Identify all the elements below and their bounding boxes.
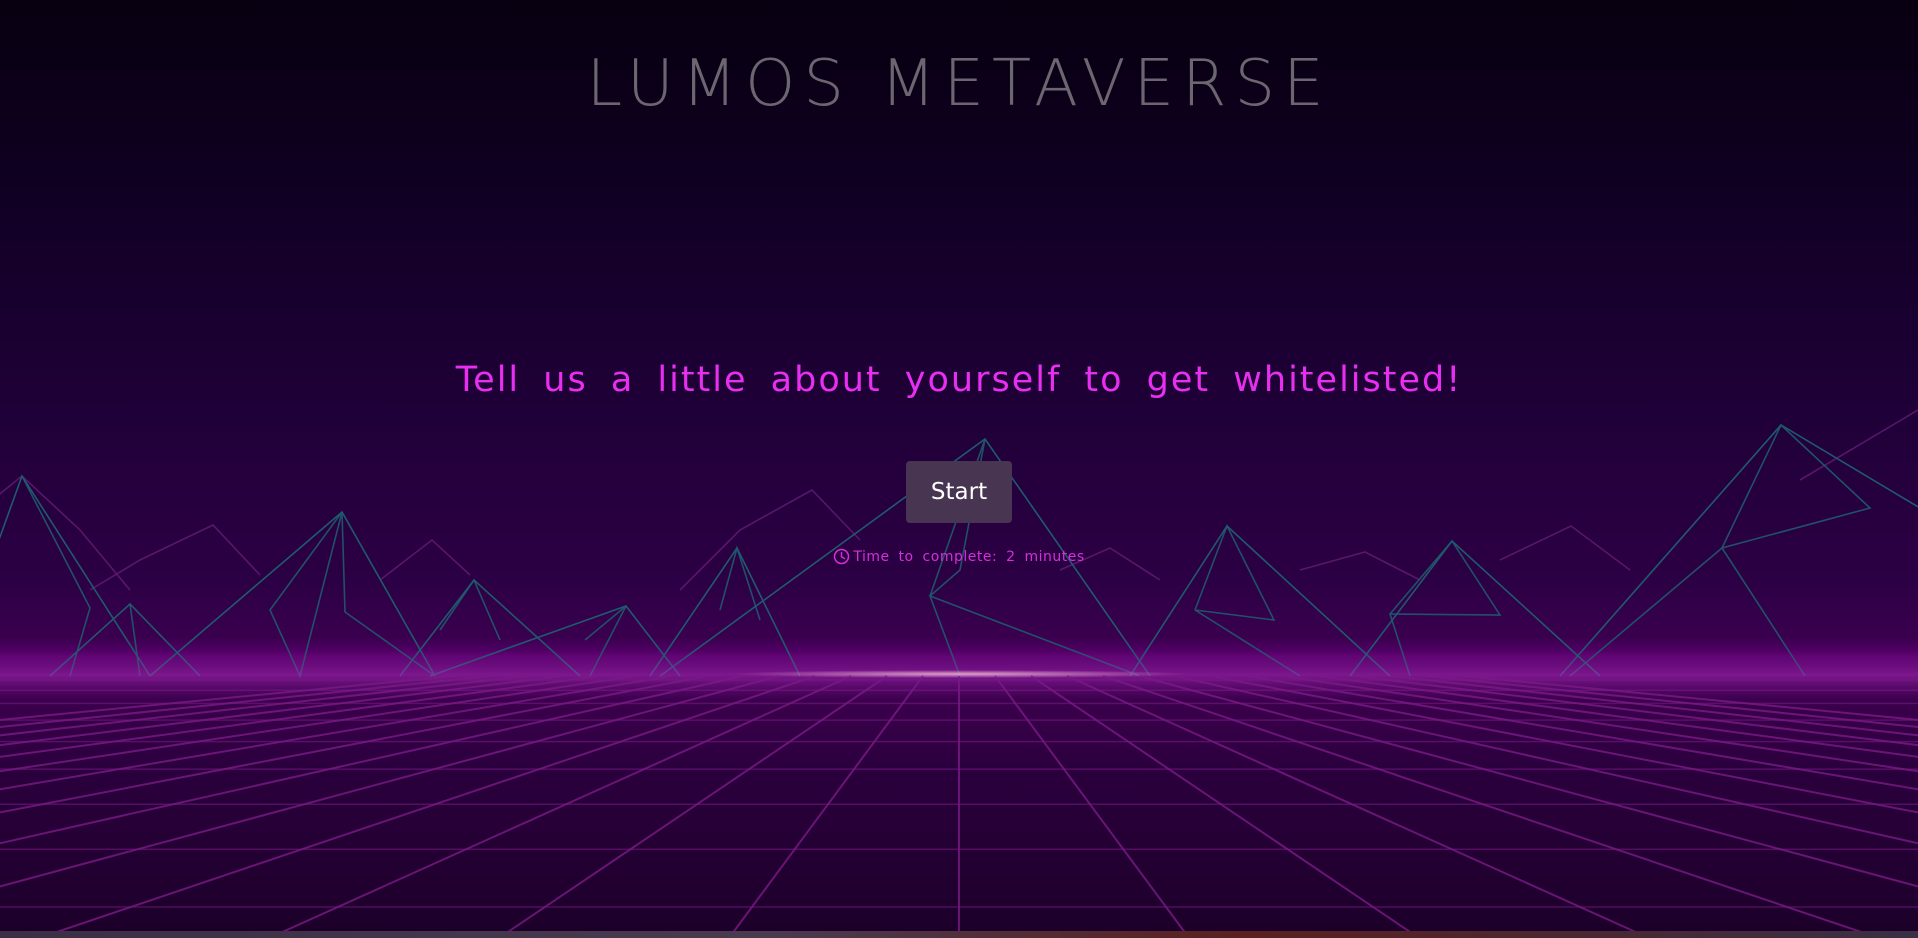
grid-line-vertical [1462, 675, 1918, 721]
mountain-ridge-back [679, 489, 861, 591]
grid-line-vertical [1282, 675, 1918, 773]
grid-line-vertical [38, 675, 816, 938]
grid-line-vertical [728, 675, 924, 938]
grid-line-vertical [1318, 675, 1918, 758]
grid-line-vertical [1102, 675, 1880, 938]
grid-line-vertical [0, 675, 636, 773]
logo-text: LUMOS METAVERSE [586, 47, 1332, 121]
grid-line-vertical [0, 675, 564, 747]
grid-line-vertical [0, 675, 456, 721]
grid-line-vertical [0, 675, 528, 737]
start-button[interactable]: Start [906, 461, 1012, 523]
page-headline: Tell us a little about yourself to get w… [455, 360, 1463, 400]
grid-line-vertical [1354, 675, 1918, 747]
floor-grid [0, 675, 1918, 938]
grid-line-vertical [1030, 675, 1420, 938]
grid-line-vertical [1066, 675, 1650, 938]
grid-line-vertical [498, 675, 888, 938]
time-to-complete: Time to complete: 2 minutes [0, 548, 1918, 565]
grid-line-vertical [0, 675, 600, 758]
mountain-ridge-back [0, 474, 131, 591]
mountain-ridge-back [1799, 409, 1918, 481]
grid-line-vertical [994, 675, 1190, 938]
mountain-facet [439, 578, 501, 641]
logo: LUMOS METAVERSE [0, 48, 1918, 120]
time-to-complete-text: Time to complete: 2 minutes [853, 548, 1085, 565]
mountain-facet [21, 475, 91, 677]
grid-line-vertical [1390, 675, 1918, 737]
bottom-strip [0, 931, 1918, 938]
mountain-ridge-front [0, 474, 151, 677]
grid-line-vertical [268, 675, 852, 938]
clock-icon [833, 548, 850, 565]
